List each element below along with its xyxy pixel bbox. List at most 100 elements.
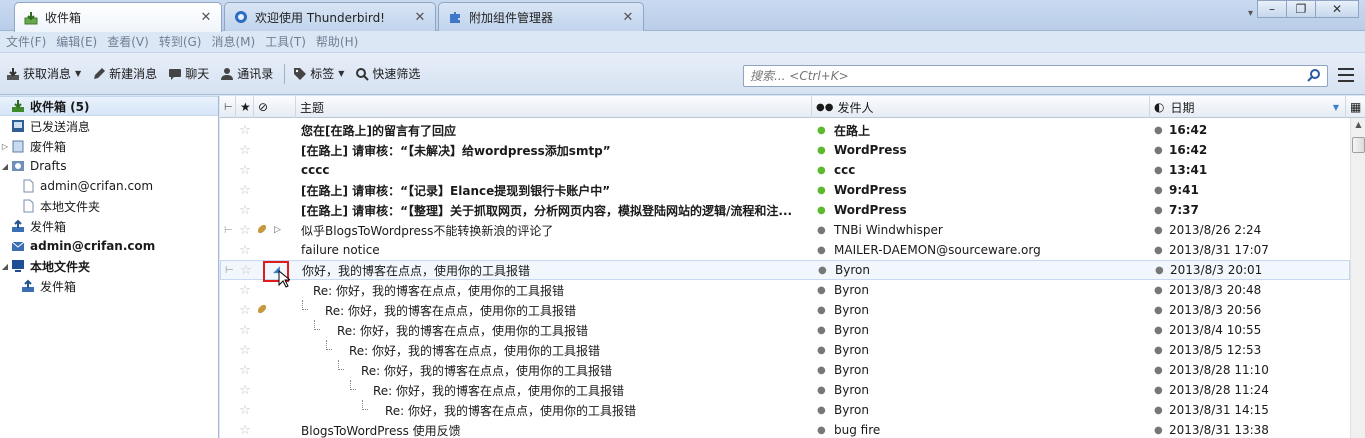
star-icon[interactable]: ☆ — [238, 363, 252, 378]
star-icon[interactable]: ☆ — [238, 183, 252, 198]
star-icon[interactable]: ☆ — [238, 123, 252, 138]
folder-local-outbox[interactable]: 发件箱 — [0, 276, 218, 296]
restore-button[interactable]: ❐ — [1286, 0, 1316, 18]
read-dot-icon[interactable]: ● — [817, 325, 826, 336]
star-icon[interactable]: ☆ — [238, 203, 252, 218]
close-icon[interactable]: ✕ — [199, 10, 213, 25]
sender-column[interactable]: ●● 发件人 — [812, 96, 1150, 118]
menu-tools[interactable]: 工具(T) — [265, 33, 306, 50]
thread-column-icon[interactable]: ⊢ — [220, 96, 236, 118]
menu-go[interactable]: 转到(G) — [159, 33, 202, 50]
close-window-button[interactable]: ✕ — [1315, 0, 1359, 18]
message-row[interactable]: ☆ [在路上] 请审核：“【未解决】给wordpress添加smtp” ● Wo… — [220, 140, 1350, 160]
star-icon[interactable]: ☆ — [238, 403, 252, 418]
column-picker-icon[interactable]: ▦ — [1346, 96, 1365, 118]
star-icon[interactable]: ☆ — [238, 223, 252, 238]
collapse-icon[interactable]: ◢ — [0, 162, 10, 171]
folder-sent[interactable]: 已发送消息 — [0, 116, 218, 136]
message-row-selected[interactable]: ⊢ ☆ ◢ 你好，我的博客在点点，使用你的工具报错 ● Byron ● 2013… — [220, 260, 1350, 280]
unread-dot-icon[interactable]: ● — [817, 185, 826, 196]
message-row[interactable]: ☆ 您在[在路上]的留言有了回应 ● 在路上 ● 16:42 — [220, 120, 1350, 140]
scrollbar[interactable]: ▲ — [1350, 118, 1365, 438]
chat-button[interactable]: 聊天 — [168, 62, 209, 86]
star-icon[interactable]: ☆ — [238, 323, 252, 338]
menu-file[interactable]: 文件(F) — [6, 33, 46, 50]
scroll-up-icon[interactable]: ▲ — [1351, 120, 1365, 134]
folder-trash[interactable]: ▷ 废件箱 — [0, 136, 218, 156]
star-icon[interactable]: ☆ — [238, 303, 252, 318]
date-column[interactable]: ◐ 日期 ▼ — [1150, 96, 1346, 118]
message-row[interactable]: ☆ failure notice ● MAILER-DAEMON@sourcew… — [220, 240, 1350, 260]
chevron-down-icon[interactable]: ▼ — [75, 69, 81, 78]
expand-icon[interactable]: ▷ — [0, 142, 10, 151]
account-admin[interactable]: admin@crifan.com — [0, 236, 218, 256]
subject-column[interactable]: 主题 — [296, 96, 812, 118]
get-messages-button[interactable]: 获取消息 ▼ — [6, 62, 81, 86]
star-icon[interactable]: ☆ — [239, 263, 253, 278]
star-column-icon[interactable]: ★ — [236, 96, 254, 118]
message-row[interactable]: ☆ [在路上] 请审核：“【整理】关于抓取网页，分析网页内容，模拟登陆网站的逻辑… — [220, 200, 1350, 220]
folder-drafts[interactable]: ◢ Drafts — [0, 156, 218, 176]
message-row[interactable]: ☆ [在路上] 请审核：“【记录】Elance提现到银行卡账户中” ● Word… — [220, 180, 1350, 200]
star-icon[interactable]: ☆ — [238, 143, 252, 158]
unread-dot-icon[interactable]: ● — [817, 145, 826, 156]
menu-view[interactable]: 查看(V) — [107, 33, 149, 50]
read-dot-icon[interactable]: ● — [818, 265, 827, 276]
message-row[interactable]: ☆ Re: 你好，我的博客在点点，使用你的工具报错 ● Byron ● 2013… — [220, 400, 1350, 420]
folder-drafts-local[interactable]: 本地文件夹 — [0, 196, 218, 216]
address-book-button[interactable]: 通讯录 — [220, 62, 273, 86]
star-icon[interactable]: ☆ — [238, 283, 252, 298]
minimize-button[interactable]: – — [1257, 0, 1287, 18]
menu-message[interactable]: 消息(M) — [211, 33, 255, 50]
tags-button[interactable]: 标签 ▼ — [293, 62, 344, 86]
star-icon[interactable]: ☆ — [238, 163, 252, 178]
close-icon[interactable]: ✕ — [621, 10, 635, 25]
attachment-column-icon[interactable]: ⊘ — [254, 96, 296, 118]
star-icon[interactable]: ☆ — [238, 343, 252, 358]
message-row[interactable]: ☆ Re: 你好，我的博客在点点，使用你的工具报错 ● Byron ● 2013… — [220, 360, 1350, 380]
thread-icon[interactable]: ⊢ — [224, 225, 236, 236]
message-row[interactable]: ☆ Re: 你好，我的博客在点点，使用你的工具报错 ● Byron ● 2013… — [220, 300, 1350, 320]
app-menu-icon[interactable] — [1338, 68, 1354, 82]
star-icon[interactable]: ☆ — [238, 423, 252, 438]
star-icon[interactable]: ☆ — [238, 243, 252, 258]
message-row[interactable]: ☆ BlogsToWordPress 使用反馈 ● bug fire ● 201… — [220, 420, 1350, 438]
unread-dot-icon[interactable]: ● — [817, 165, 826, 176]
unread-dot-icon[interactable]: ● — [817, 125, 826, 136]
message-row[interactable]: ⊢ ☆ ▷ 似乎BlogsToWordpress不能转换新浪的评论了 ● TNB… — [220, 220, 1350, 240]
search-box[interactable] — [743, 65, 1328, 87]
tab-addons[interactable]: 附加组件管理器 ✕ — [438, 2, 644, 31]
search-icon[interactable] — [1307, 68, 1321, 85]
message-row[interactable]: ☆ Re: 你好，我的博客在点点，使用你的工具报错 ● Byron ● 2013… — [220, 380, 1350, 400]
thread-icon[interactable]: ⊢ — [225, 265, 237, 276]
tab-welcome[interactable]: 欢迎使用 Thunderbird! ✕ — [224, 2, 436, 31]
message-row[interactable]: ☆ cccc ● ccc ● 13:41 — [220, 160, 1350, 180]
read-dot-icon[interactable]: ● — [817, 385, 826, 396]
scroll-thumb[interactable] — [1352, 137, 1365, 153]
close-icon[interactable]: ✕ — [413, 10, 427, 25]
read-dot-icon[interactable]: ● — [817, 305, 826, 316]
star-icon[interactable]: ☆ — [238, 383, 252, 398]
menu-help[interactable]: 帮助(H) — [316, 33, 358, 50]
read-dot-icon[interactable]: ● — [817, 345, 826, 356]
folder-inbox[interactable]: 收件箱 (5) — [0, 96, 218, 116]
menu-edit[interactable]: 编辑(E) — [56, 33, 97, 50]
account-local-folders[interactable]: ◢ 本地文件夹 — [0, 256, 218, 276]
search-input[interactable] — [750, 69, 1307, 83]
tab-inbox[interactable]: 收件箱 ✕ — [14, 2, 222, 32]
unread-dot-icon[interactable]: ● — [817, 205, 826, 216]
message-row[interactable]: ☆ Re: 你好，我的博客在点点，使用你的工具报错 ● Byron ● 2013… — [220, 320, 1350, 340]
read-dot-icon[interactable]: ● — [817, 365, 826, 376]
read-dot-icon[interactable]: ● — [817, 245, 826, 256]
read-dot-icon[interactable]: ● — [817, 285, 826, 296]
read-dot-icon[interactable]: ● — [817, 405, 826, 416]
read-dot-icon[interactable]: ● — [817, 225, 826, 236]
folder-outbox[interactable]: 发件箱 — [0, 216, 218, 236]
tab-list-chevron-icon[interactable]: ▾ — [1248, 8, 1253, 19]
new-message-button[interactable]: 新建消息 — [92, 62, 157, 86]
message-row[interactable]: ☆ Re: 你好，我的博客在点点，使用你的工具报错 ● Byron ● 2013… — [220, 280, 1350, 300]
collapse-icon[interactable]: ◢ — [0, 262, 10, 271]
read-dot-icon[interactable]: ● — [817, 425, 826, 436]
quick-filter-button[interactable]: 快速筛选 — [355, 62, 420, 86]
folder-drafts-admin[interactable]: admin@crifan.com — [0, 176, 218, 196]
